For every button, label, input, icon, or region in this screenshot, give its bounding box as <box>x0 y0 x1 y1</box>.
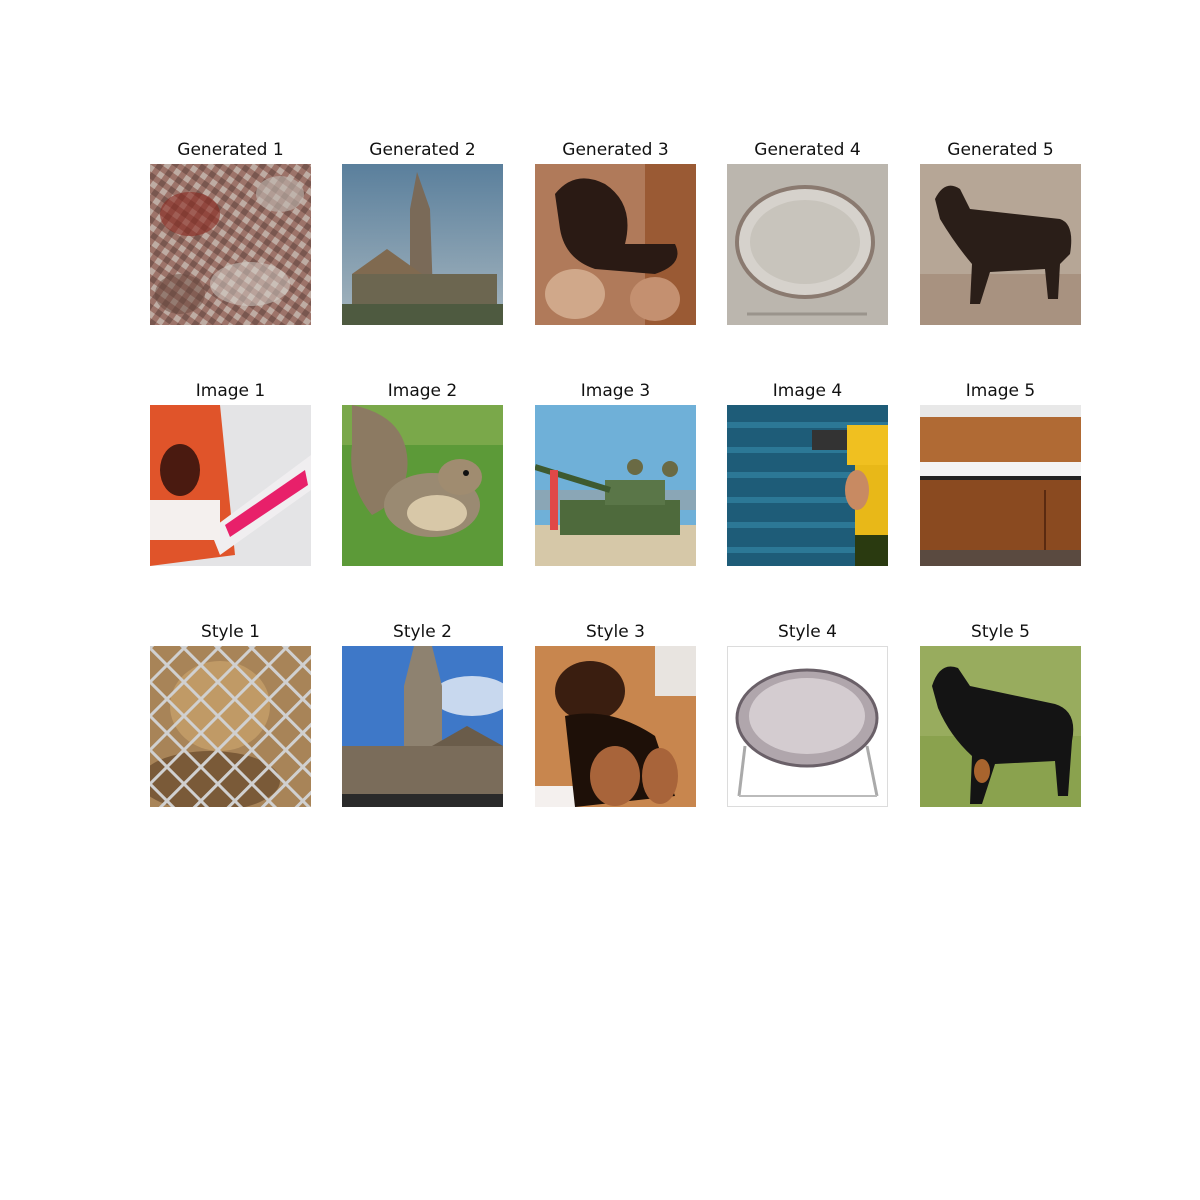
content-cell-4: Image 4 <box>727 378 888 568</box>
content-title-2: Image 2 <box>387 381 458 401</box>
content-title-1: Image 1 <box>195 381 266 401</box>
generated-cell-2: Generated 2 <box>342 137 503 327</box>
style-title-3: Style 3 <box>586 622 645 642</box>
content-cell-5: Image 5 <box>920 378 1081 568</box>
generated-image-2 <box>342 164 503 325</box>
generated-cell-5: Generated 5 <box>920 137 1081 327</box>
drill-icon <box>727 405 888 566</box>
content-image-5 <box>920 405 1081 566</box>
content-image-2 <box>342 405 503 566</box>
generated-image-3 <box>535 164 696 325</box>
style-image-5 <box>920 646 1081 807</box>
content-image-3 <box>535 405 696 566</box>
content-title-4: Image 4 <box>772 381 843 401</box>
content-cell-1: Image 1 <box>150 378 311 568</box>
style-title-4: Style 4 <box>778 622 837 642</box>
generated-title-4: Generated 4 <box>754 140 861 160</box>
content-row: Image 1 Image 2 Image 3 Image 4 Image 5 <box>0 378 1200 578</box>
style-cell-3: Style 3 <box>535 619 696 809</box>
candy-bar-icon <box>150 405 311 566</box>
textured-pattern-icon <box>150 164 311 325</box>
generated-title-2: Generated 2 <box>369 140 476 160</box>
generated-image-1 <box>150 164 311 325</box>
content-title-5: Image 5 <box>965 381 1036 401</box>
content-cell-2: Image 2 <box>342 378 503 568</box>
tank-icon <box>535 405 696 566</box>
content-cell-3: Image 3 <box>535 378 696 568</box>
style-image-3 <box>535 646 696 807</box>
style-image-1 <box>150 646 311 807</box>
tower-icon <box>342 164 503 325</box>
dish-icon <box>727 646 888 807</box>
generated-cell-4: Generated 4 <box>727 137 888 327</box>
style-title-5: Style 5 <box>971 622 1030 642</box>
generated-cell-3: Generated 3 <box>535 137 696 327</box>
piano-icon <box>920 405 1081 566</box>
generated-cell-1: Generated 1 <box>150 137 311 327</box>
generated-image-4 <box>727 164 888 325</box>
lion-behind-fence-icon <box>150 646 311 807</box>
style-title-1: Style 1 <box>201 622 260 642</box>
style-cell-2: Style 2 <box>342 619 503 809</box>
generated-title-5: Generated 5 <box>947 140 1054 160</box>
generated-image-5 <box>920 164 1081 325</box>
generated-row: Generated 1 Generated 2 Generated 3 Gene… <box>0 137 1200 337</box>
generated-title-1: Generated 1 <box>177 140 284 160</box>
style-image-2 <box>342 646 503 807</box>
content-image-4 <box>727 405 888 566</box>
style-image-4 <box>727 646 888 807</box>
content-image-1 <box>150 405 311 566</box>
dish-icon <box>727 164 888 325</box>
belfry-icon <box>342 646 503 807</box>
style-cell-5: Style 5 <box>920 619 1081 809</box>
style-row: Style 1 Style 2 Style 3 Style 4 Style 5 <box>0 619 1200 819</box>
dog-icon <box>920 646 1081 807</box>
dog-icon <box>920 164 1081 325</box>
dog-blob-icon <box>535 164 696 325</box>
style-cell-1: Style 1 <box>150 619 311 809</box>
style-cell-4: Style 4 <box>727 619 888 809</box>
generated-title-3: Generated 3 <box>562 140 669 160</box>
squirrel-icon <box>342 405 503 566</box>
content-title-3: Image 3 <box>580 381 651 401</box>
style-title-2: Style 2 <box>393 622 452 642</box>
dog-on-floor-icon <box>535 646 696 807</box>
